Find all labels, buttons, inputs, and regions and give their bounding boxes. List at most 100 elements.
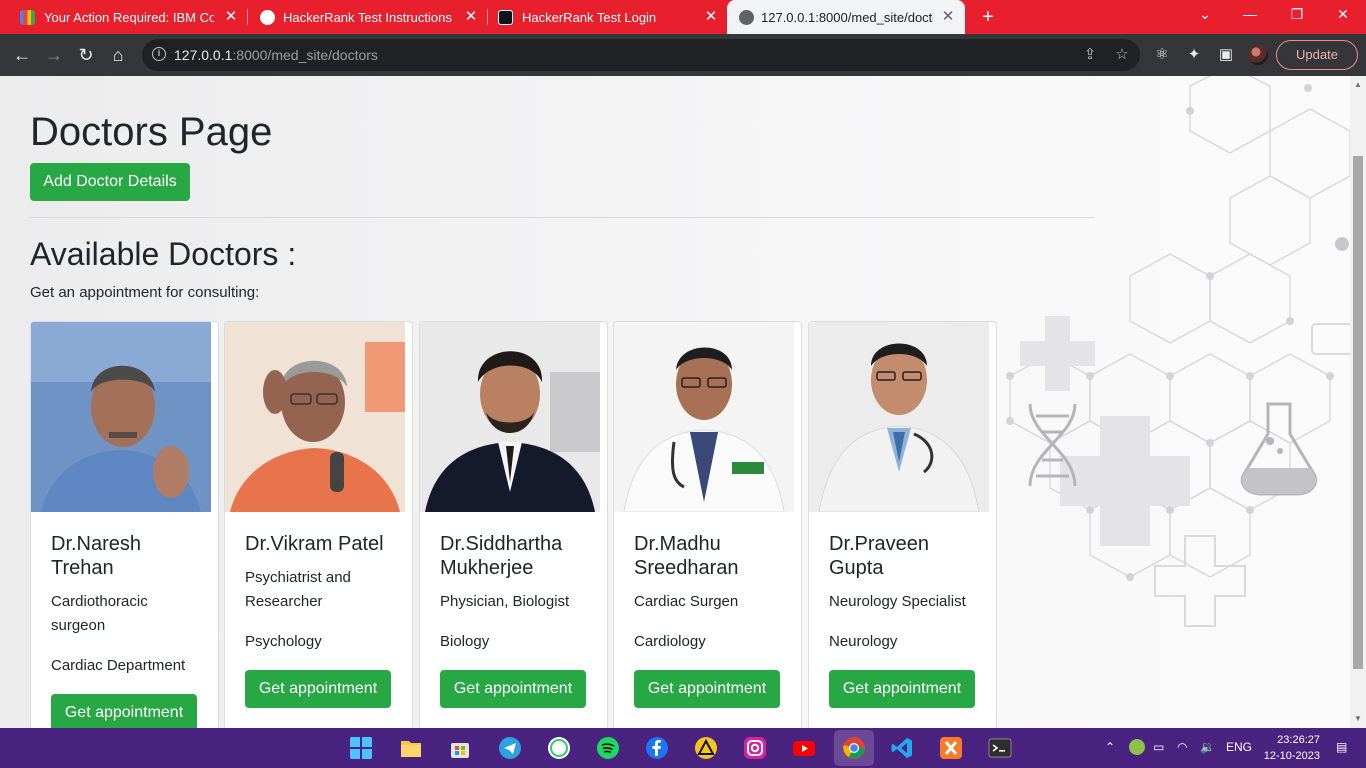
doctor-card: Dr.Siddhartha Mukherjee Physician, Biolo… [419, 321, 608, 728]
hackerrank-icon [260, 10, 275, 25]
doctor-card: Dr.Madhu Sreedharan Cardiac Surgen Cardi… [613, 321, 802, 728]
site-info-icon[interactable]: i [152, 47, 166, 61]
star-icon[interactable]: ☆ [1112, 45, 1132, 63]
microsoft-store-icon[interactable] [448, 736, 472, 760]
doctor-role: Cardiothoracic surgeon [51, 593, 148, 634]
doctor-department: Neurology [829, 633, 898, 650]
spotify-icon[interactable] [596, 736, 620, 760]
telegram-icon[interactable] [498, 736, 522, 760]
volume-icon[interactable]: 🔉 [1200, 740, 1215, 754]
tab-hackerrank-login[interactable]: HackerRank Test Login ✕ [488, 0, 726, 34]
get-appointment-button[interactable]: Get appointment [440, 670, 586, 708]
facebook-icon[interactable] [645, 736, 669, 760]
side-panel-icon[interactable]: ▣ [1216, 45, 1236, 65]
forward-icon[interactable]: → [43, 44, 65, 66]
doctor-department: Cardiac Department [51, 657, 186, 674]
divider [30, 217, 1094, 218]
wifi-icon[interactable]: ◠ [1177, 740, 1187, 754]
close-icon[interactable]: ✕ [702, 7, 720, 25]
doctor-name: Dr.Vikram Patel [245, 533, 384, 555]
address-bar[interactable]: i 127.0.0.1:8000/med_site/doctors ⇪ ☆ [142, 39, 1140, 71]
windows-taskbar: ⌃ ▭ ◠ 🔉 ENG 23:26:27 12-10-2023 ▤ [0, 728, 1366, 768]
system-clock[interactable]: 23:26:27 12-10-2023 [1262, 732, 1320, 764]
add-doctor-button[interactable]: Add Doctor Details [30, 163, 190, 201]
xampp-icon[interactable] [939, 736, 963, 760]
tab-hackerrank-instructions[interactable]: HackerRank Test Instructions ✕ [248, 0, 486, 34]
chevron-up-icon[interactable]: ⌃ [1105, 740, 1115, 754]
section-subtitle: Get an appointment for consulting: [30, 284, 260, 301]
home-icon[interactable]: ⌂ [107, 44, 129, 66]
new-tab-button[interactable]: + [978, 6, 998, 29]
doctor-card: Dr.Praveen Gupta Neurology Specialist Ne… [808, 321, 997, 728]
whatsapp-icon[interactable] [547, 736, 571, 760]
clock-date: 12-10-2023 [1263, 750, 1320, 762]
chrome-icon[interactable] [842, 736, 866, 760]
tab-title: HackerRank Test Instructions [283, 10, 452, 25]
browser-toolbar: ← → ↻ ⌂ i 127.0.0.1:8000/med_site/doctor… [0, 34, 1366, 76]
tab-doctors[interactable]: 127.0.0.1:8000/med_site/docto ✕ [727, 0, 965, 34]
update-button[interactable]: Update [1276, 40, 1358, 70]
scroll-up-icon[interactable]: ▲ [1354, 80, 1362, 89]
close-icon[interactable]: ✕ [939, 7, 957, 25]
battery-icon[interactable]: ▭ [1153, 740, 1164, 754]
gmail-icon [20, 10, 35, 25]
tab-ibm[interactable]: Your Action Required: IBM Co ✕ [0, 0, 246, 34]
globe-icon [739, 10, 754, 25]
share-icon[interactable]: ⇪ [1080, 45, 1100, 63]
hackerrank-icon [498, 10, 513, 25]
doctor-photo [614, 322, 794, 512]
doctor-role: Cardiac Surgen [634, 593, 739, 610]
vscode-icon[interactable] [890, 736, 914, 760]
react-devtools-icon[interactable]: ⚛ [1152, 45, 1172, 65]
scroll-down-icon[interactable]: ▼ [1354, 714, 1362, 723]
get-appointment-button[interactable]: Get appointment [245, 670, 391, 708]
file-explorer-icon[interactable] [399, 736, 423, 760]
extensions-icon[interactable]: ✦ [1184, 45, 1204, 65]
doctor-department: Cardiology [634, 633, 706, 650]
close-icon[interactable]: ✕ [462, 7, 480, 25]
menu-icon[interactable]: ⋮ [1360, 44, 1366, 61]
doctor-department: Psychology [245, 633, 322, 650]
notifications-icon[interactable]: ▤ [1336, 740, 1347, 754]
doctor-department: Biology [440, 633, 490, 650]
scroll-thumb[interactable] [1353, 156, 1363, 669]
page-title: Doctors Page [30, 110, 273, 154]
reload-icon[interactable]: ↻ [75, 44, 97, 66]
page-scrollbar[interactable]: ▲ ▼ [1350, 76, 1366, 728]
youtube-icon[interactable] [792, 736, 816, 760]
tab-search-icon[interactable]: ⌄ [1193, 6, 1217, 23]
url-text: 127.0.0.1:8000/med_site/doctors [174, 47, 378, 63]
tab-title: 127.0.0.1:8000/med_site/docto [761, 10, 933, 25]
doctor-role: Psychiatrist and Researcher [245, 569, 351, 610]
url-host: 127.0.0.1 [174, 47, 233, 63]
doctor-role: Physician, Biologist [440, 593, 570, 610]
get-appointment-button[interactable]: Get appointment [829, 670, 975, 708]
terminal-icon[interactable] [988, 736, 1012, 760]
page-viewport: Doctors Page Add Doctor Details Availabl… [0, 76, 1350, 728]
close-icon[interactable]: ✕ [222, 7, 240, 25]
tray-app-icon[interactable] [1129, 739, 1145, 755]
language-indicator[interactable]: ENG [1226, 740, 1252, 754]
profile-avatar[interactable] [1248, 45, 1268, 65]
get-appointment-button[interactable]: Get appointment [634, 670, 780, 708]
arduino-ide-icon[interactable] [694, 736, 718, 760]
window-close-icon[interactable]: ✕ [1331, 6, 1355, 23]
doctor-card-body: Dr.Praveen Gupta Neurology Specialist Ne… [829, 532, 979, 708]
tab-title: HackerRank Test Login [522, 10, 657, 25]
section-title: Available Doctors : [30, 236, 297, 272]
instagram-icon[interactable] [743, 736, 767, 760]
clock-time: 23:26:27 [1277, 734, 1320, 746]
doctor-card-body: Dr.Vikram Patel Psychiatrist and Researc… [245, 532, 395, 708]
doctor-name: Dr.Praveen Gupta [829, 533, 930, 579]
get-appointment-button[interactable]: Get appointment [51, 694, 197, 728]
windows-start-icon[interactable] [349, 736, 373, 760]
medical-background-pattern [1006, 76, 1350, 627]
back-icon[interactable]: ← [11, 44, 33, 66]
doctor-card: Dr.Vikram Patel Psychiatrist and Researc… [224, 321, 413, 728]
doctor-photo [420, 322, 600, 512]
doctor-card-body: Dr.Madhu Sreedharan Cardiac Surgen Cardi… [634, 532, 784, 708]
doctor-name: Dr.Madhu Sreedharan [634, 533, 739, 579]
restore-icon[interactable]: ❐ [1285, 6, 1309, 23]
minimize-icon[interactable]: — [1238, 6, 1262, 22]
tab-title: Your Action Required: IBM Co [44, 10, 214, 25]
